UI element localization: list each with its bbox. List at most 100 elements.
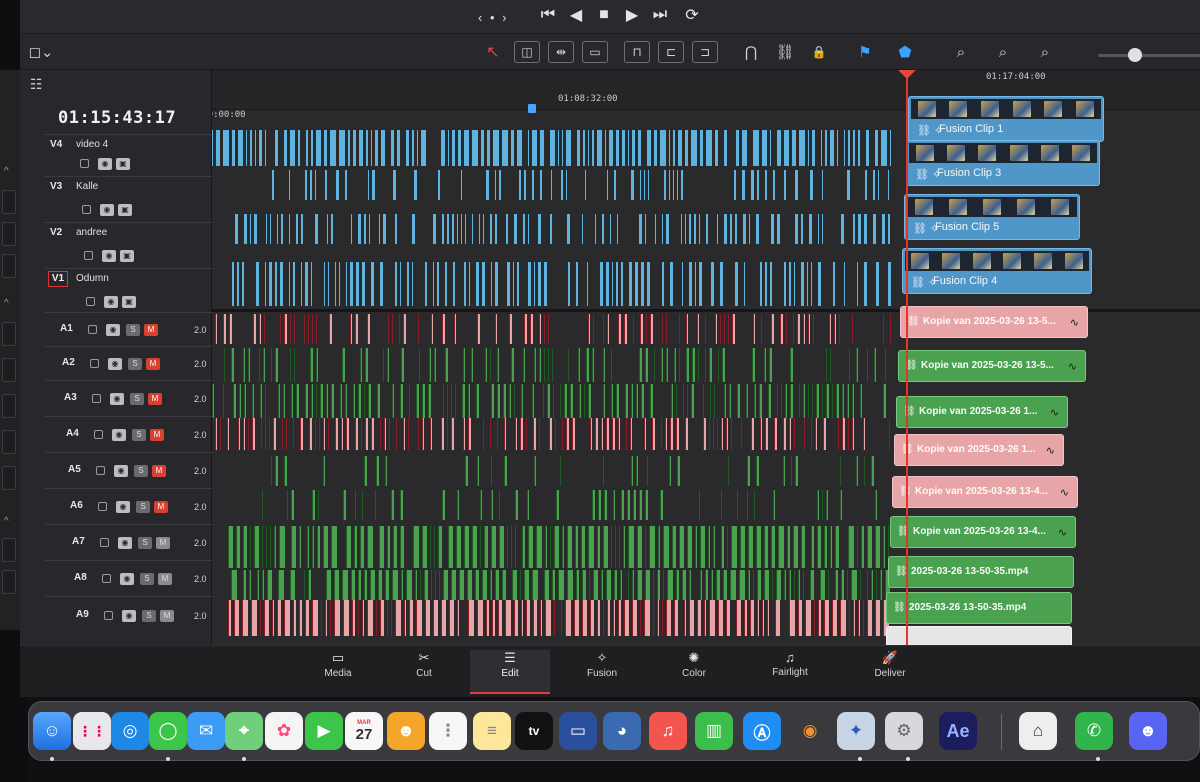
whatsapp-icon[interactable]: ✆ xyxy=(1075,712,1113,750)
timeline-clip-segment[interactable] xyxy=(289,262,290,306)
timeline-clip-segment[interactable] xyxy=(873,170,875,200)
timeline-clip-segment[interactable] xyxy=(327,214,328,244)
timeline-clip-segment[interactable] xyxy=(335,262,336,306)
timeline-clip-segment[interactable] xyxy=(511,130,514,166)
timeline-clip-segment[interactable] xyxy=(830,130,834,166)
timeline-clip-segment[interactable] xyxy=(472,130,478,166)
layout-icon[interactable]: ◻⌄ xyxy=(28,41,54,63)
lock-icon[interactable] xyxy=(98,502,107,511)
linked-selection-icon[interactable]: ⛓ xyxy=(772,41,798,63)
timeline-clip-segment[interactable] xyxy=(445,262,447,306)
timeline-clip-segment[interactable] xyxy=(689,214,691,244)
timeline-clip-segment[interactable] xyxy=(837,130,838,166)
timeline-clip-segment[interactable] xyxy=(442,214,444,244)
timeline-clip-segment[interactable] xyxy=(609,130,613,166)
timeline-clip-segment[interactable] xyxy=(362,262,365,306)
timeline-clip-segment[interactable] xyxy=(238,130,243,166)
mute-button[interactable]: M xyxy=(148,393,162,405)
volume-curve-icon[interactable]: ∿ xyxy=(1058,526,1067,539)
position-lock-icon[interactable]: 🔒 xyxy=(806,41,832,63)
timeline-clip-segment[interactable] xyxy=(305,262,308,306)
timeline-clip-segment[interactable] xyxy=(256,262,259,306)
timeline-clip-segment[interactable] xyxy=(483,214,484,244)
timeline-clip-segment[interactable] xyxy=(756,214,759,244)
timeline-clip-segment[interactable] xyxy=(438,170,440,200)
timeline-clip-segment[interactable] xyxy=(336,170,339,200)
timeline-clip-segment[interactable] xyxy=(235,214,238,244)
timeline-clip-segment[interactable] xyxy=(311,130,313,166)
timeline-clip-segment[interactable] xyxy=(246,130,247,166)
discord-icon[interactable]: ☻ xyxy=(1129,712,1167,750)
timeline-clip-segment[interactable] xyxy=(760,262,762,306)
timeline-clip-segment[interactable] xyxy=(523,214,525,244)
timeline-clip-segment[interactable] xyxy=(582,214,583,244)
lock-icon[interactable] xyxy=(96,466,105,475)
timeline-clip-segment[interactable] xyxy=(770,130,771,166)
collapse-caret-icon[interactable]: ^ xyxy=(4,166,9,177)
timeline-clip-segment[interactable] xyxy=(622,130,625,166)
mute-button[interactable]: M xyxy=(144,324,158,336)
folder-icon[interactable]: ⌂ xyxy=(1019,712,1057,750)
timeline-clip-segment[interactable] xyxy=(669,170,670,200)
auto-select-icon[interactable]: ◉ xyxy=(106,324,120,336)
trim-tool-icon[interactable]: ◫ xyxy=(514,41,540,63)
timeline-clip-segment[interactable] xyxy=(670,262,673,306)
volume-curve-icon[interactable]: ∿ xyxy=(1070,316,1079,329)
timeline-clip-segment[interactable] xyxy=(345,170,347,200)
timeline-clip-segment[interactable] xyxy=(888,262,891,306)
timeline-clip-segment[interactable] xyxy=(371,130,372,166)
timeline-clip-segment[interactable] xyxy=(524,170,526,200)
timeline-clip-segment[interactable] xyxy=(448,130,449,166)
timeline-clip-segment[interactable] xyxy=(699,262,702,306)
volume-curve-icon[interactable]: ∿ xyxy=(1046,444,1055,457)
timeline-clip-segment[interactable] xyxy=(375,130,378,166)
timeline-clip-segment[interactable] xyxy=(310,170,312,200)
timeline-clip-segment[interactable] xyxy=(495,170,496,200)
timeline-clip-segment[interactable] xyxy=(486,170,489,200)
timeline-clip-segment[interactable] xyxy=(848,130,850,166)
timeline-clip-segment[interactable] xyxy=(638,130,641,166)
godot-icon[interactable]: ◕ xyxy=(603,712,641,750)
timeline-clip-segment[interactable] xyxy=(469,262,470,306)
messages-icon[interactable]: ◯ xyxy=(149,712,187,750)
timeline-clip-segment[interactable] xyxy=(325,170,327,200)
timeline-clip-segment[interactable] xyxy=(301,262,302,306)
timeline-clip-segment[interactable] xyxy=(458,130,461,166)
timeline-clip-segment[interactable] xyxy=(801,262,804,306)
play-icon[interactable]: ▶ xyxy=(620,4,644,26)
skip-end-icon[interactable]: ⏭ xyxy=(648,4,672,26)
timeline-clip-segment[interactable] xyxy=(391,130,394,166)
timeline-clip-segment[interactable] xyxy=(677,170,678,200)
zoom-slider-track[interactable] xyxy=(1098,54,1200,57)
timeline-clip-segment[interactable] xyxy=(417,130,418,166)
timeline-clip-segment[interactable] xyxy=(540,170,542,200)
timeline-clip-segment[interactable] xyxy=(602,214,604,244)
insert-clip-icon[interactable]: ⊓ xyxy=(624,41,650,63)
timeline-clip-segment[interactable] xyxy=(499,170,501,200)
stop-icon[interactable]: ■ xyxy=(592,4,616,26)
timeline-clip-segment[interactable] xyxy=(331,214,333,244)
timeline-clip-segment[interactable] xyxy=(694,214,696,244)
timeline-clip-segment[interactable] xyxy=(777,214,780,244)
timeline-clip-segment[interactable] xyxy=(717,214,718,244)
timeline-clip-segment[interactable] xyxy=(495,214,497,244)
timeline-clip-segment[interactable] xyxy=(550,214,552,244)
track-header-v2[interactable]: V2 andree ◉ ▣ xyxy=(44,222,212,268)
timeline-clip-segment[interactable] xyxy=(629,262,632,306)
timeline-clip-segment[interactable] xyxy=(330,130,336,166)
timeline-clip-segment[interactable] xyxy=(425,262,427,306)
timeline-clip-segment[interactable] xyxy=(821,130,822,166)
timeline-clip-segment[interactable] xyxy=(284,130,287,166)
replace-clip-icon[interactable]: ⊐ xyxy=(692,41,718,63)
zoom-slider-knob[interactable] xyxy=(1128,48,1142,62)
timeline-clip-segment[interactable] xyxy=(706,130,712,166)
timeline-clip-segment[interactable] xyxy=(383,214,386,244)
collapse-caret-icon[interactable]: ^ xyxy=(4,298,9,309)
timeline-clip-segment[interactable] xyxy=(809,214,812,244)
safari-icon[interactable]: ◎ xyxy=(111,712,149,750)
track-header-a4[interactable]: A4 ◉ S M 2.0 xyxy=(44,416,212,452)
timeline-clip-segment[interactable] xyxy=(479,214,480,244)
timeline-clip-segment[interactable] xyxy=(356,262,359,306)
timeline-clip-segment[interactable] xyxy=(265,130,266,166)
timeline-clip-segment[interactable] xyxy=(558,130,559,166)
